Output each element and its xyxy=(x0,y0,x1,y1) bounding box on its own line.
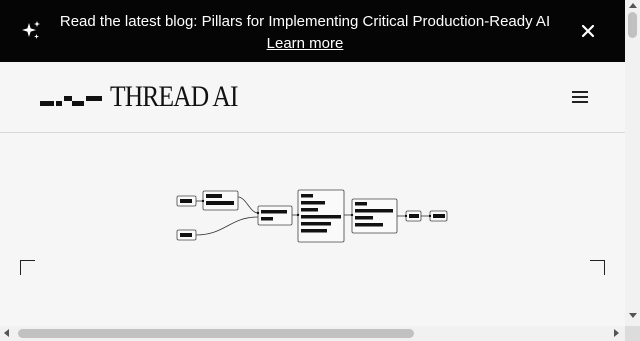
horizontal-scroll-thumb[interactable] xyxy=(18,329,414,338)
site-header: THREAD AI xyxy=(0,62,625,133)
learn-more-link[interactable]: Learn more xyxy=(267,33,344,55)
announcement-text: Read the latest blog: Pillars for Implem… xyxy=(0,11,610,55)
hamburger-menu-icon[interactable] xyxy=(570,89,590,105)
announcement-bar: Read the latest blog: Pillars for Implem… xyxy=(0,0,625,62)
announcement-message: Read the latest blog: Pillars for Implem… xyxy=(59,13,551,30)
hero-section xyxy=(0,133,625,323)
scrollbar-corner xyxy=(625,326,640,341)
scroll-left-arrow-icon[interactable] xyxy=(4,329,9,337)
brand-logo[interactable]: THREAD AI xyxy=(110,80,238,114)
horizontal-scrollbar[interactable] xyxy=(0,326,625,341)
scroll-up-arrow-icon[interactable] xyxy=(629,3,637,8)
page: Read the latest blog: Pillars for Implem… xyxy=(0,0,625,341)
vertical-scroll-thumb[interactable] xyxy=(628,12,637,38)
frame-corner-top-left xyxy=(20,260,35,275)
scroll-down-arrow-icon[interactable] xyxy=(629,313,637,318)
scroll-right-arrow-icon[interactable] xyxy=(614,329,619,337)
close-icon[interactable] xyxy=(578,21,598,41)
vertical-scrollbar[interactable] xyxy=(625,0,640,326)
logo-mark-icon xyxy=(40,96,102,106)
workflow-diagram xyxy=(176,189,448,243)
frame-corner-top-right xyxy=(590,260,605,275)
